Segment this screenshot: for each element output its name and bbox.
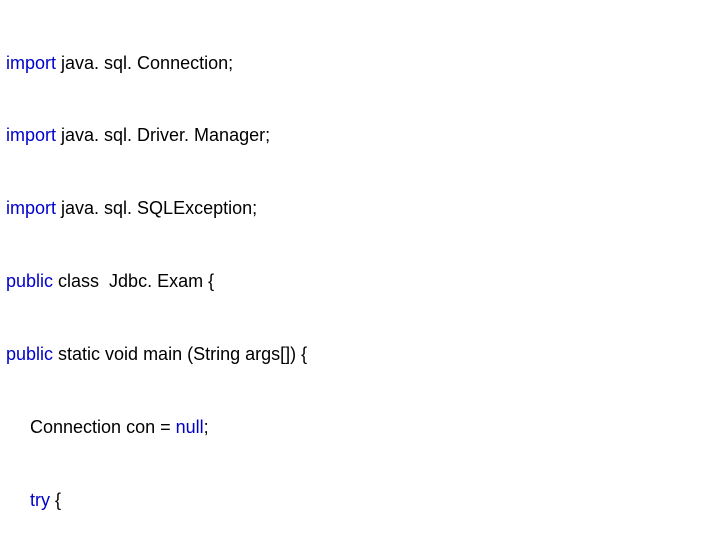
- keyword-null: null: [176, 417, 204, 437]
- code-line: Connection con = null;: [6, 415, 714, 439]
- code-text: class Jdbc. Exam {: [53, 271, 214, 291]
- keyword-public: public: [6, 271, 53, 291]
- keyword-try: try: [30, 490, 50, 510]
- keyword-import: import: [6, 53, 56, 73]
- code-line: import java. sql. Connection;: [6, 51, 714, 75]
- code-text: {: [50, 490, 61, 510]
- code-line: import java. sql. Driver. Manager;: [6, 123, 714, 147]
- code-text: java. sql. Driver. Manager;: [56, 125, 270, 145]
- code-line: public class Jdbc. Exam {: [6, 269, 714, 293]
- code-line: try {: [6, 488, 714, 512]
- code-text: Connection con =: [30, 417, 176, 437]
- keyword-import: import: [6, 198, 56, 218]
- keyword-import: import: [6, 125, 56, 145]
- code-text: static void main (String args[]) {: [53, 344, 307, 364]
- code-text: java. sql. Connection;: [56, 53, 233, 73]
- code-text: ;: [204, 417, 209, 437]
- code-line: import java. sql. SQLException;: [6, 196, 714, 220]
- code-line: public static void main (String args[]) …: [6, 342, 714, 366]
- code-slide: import java. sql. Connection; import jav…: [0, 0, 720, 540]
- keyword-public: public: [6, 344, 53, 364]
- code-text: java. sql. SQLException;: [56, 198, 257, 218]
